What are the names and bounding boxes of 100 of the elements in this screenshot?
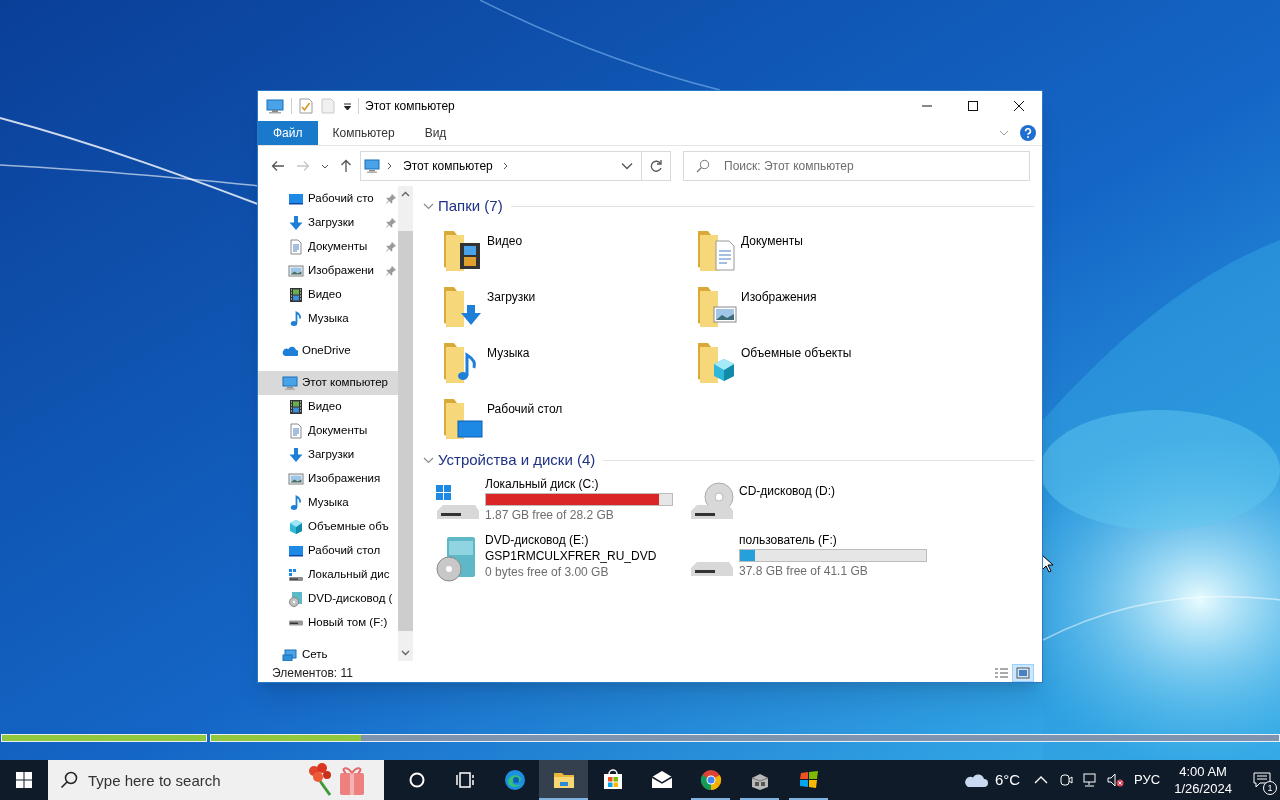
nav-pane-item[interactable]: Изображени bbox=[258, 259, 398, 283]
language-indicator[interactable]: РУС bbox=[1134, 770, 1161, 790]
help-icon[interactable] bbox=[1020, 125, 1036, 141]
nav-pane-label: Видео bbox=[308, 399, 342, 415]
folder-tile[interactable]: Документы bbox=[692, 223, 946, 279]
folder-tile[interactable]: Рабочий стол bbox=[438, 391, 692, 447]
close-icon bbox=[1014, 101, 1024, 111]
nav-pane-label: Документы bbox=[308, 423, 368, 439]
scrollbar[interactable] bbox=[398, 186, 413, 661]
notifications-button[interactable]: 1 bbox=[1244, 760, 1280, 800]
breadcrumb[interactable]: Этот компьютер bbox=[400, 157, 496, 175]
chevron-down-icon bbox=[999, 130, 1009, 136]
drive-label: пользователь (F:) bbox=[739, 532, 838, 548]
large-icons-view-icon bbox=[1015, 666, 1031, 679]
nav-pane-item[interactable]: Загрузки bbox=[258, 211, 398, 235]
notification-count: 1 bbox=[1263, 781, 1277, 795]
nav-pane-item[interactable]: Сеть bbox=[258, 643, 398, 661]
caret-icon bbox=[321, 163, 329, 169]
clock-date[interactable]: 1/26/2024 bbox=[1174, 780, 1232, 797]
nav-pane-item[interactable]: Музыка bbox=[258, 491, 398, 515]
taskbar-search-field[interactable]: Type here to search bbox=[48, 760, 384, 800]
folder-tile[interactable]: Видео bbox=[438, 223, 692, 279]
folder-label: Объемные объекты bbox=[741, 345, 852, 362]
address-bar[interactable]: Этот компьютер bbox=[360, 151, 671, 181]
nav-pane-item[interactable]: DVD-дисковод ( bbox=[258, 587, 398, 611]
edge-icon bbox=[502, 768, 527, 792]
nav-pane-label: Рабочий сто bbox=[308, 191, 374, 207]
nav-pane-item[interactable]: OneDrive bbox=[258, 339, 398, 363]
file-tab[interactable]: Файл bbox=[258, 121, 318, 145]
taskbar-app-button[interactable] bbox=[539, 760, 588, 800]
group-header: Устройства и диски (4) bbox=[438, 449, 596, 470]
nav-pane-item[interactable]: Этот компьютер bbox=[258, 371, 398, 395]
search-field[interactable]: Поиск: Этот компьютер bbox=[683, 151, 1030, 181]
folder-tile[interactable]: Изображения bbox=[692, 279, 946, 335]
folder-tile[interactable]: Объемные объекты bbox=[692, 335, 946, 391]
item-count: Элементов: 11 bbox=[272, 664, 353, 682]
drive-tile[interactable]: Локальный диск (C:) 1.87 GB free of 28.2 GB bbox=[433, 475, 687, 531]
folder-label: Рабочий стол bbox=[487, 401, 563, 418]
drive-tile[interactable]: CD-дисковод (D:) bbox=[687, 475, 941, 531]
nav-pane-label: Рабочий стол bbox=[308, 543, 381, 559]
music-note-icon bbox=[288, 311, 304, 327]
music-note-icon bbox=[288, 495, 304, 511]
nav-pane-item[interactable]: Локальный дис bbox=[258, 563, 398, 587]
nav-pane-label: Этот компьютер bbox=[302, 375, 388, 391]
image-icon bbox=[288, 471, 304, 487]
drive-label: Локальный диск (C:) bbox=[485, 476, 600, 492]
nav-pane-label: Загрузки bbox=[308, 447, 355, 463]
down-arrow-icon bbox=[288, 215, 304, 231]
maximize-icon bbox=[968, 101, 978, 111]
forward-arrow-icon bbox=[296, 160, 310, 172]
nav-pane-item[interactable]: Объемные объ bbox=[258, 515, 398, 539]
nav-pane-label: Документы bbox=[308, 239, 368, 255]
down-arrow-icon bbox=[288, 447, 304, 463]
chevron-up-icon[interactable] bbox=[1034, 775, 1049, 785]
nav-pane-item[interactable]: Видео bbox=[258, 283, 398, 307]
free-space-text: 1.87 GB free of 28.2 GB bbox=[485, 507, 615, 523]
cube-icon bbox=[288, 519, 304, 535]
refresh-icon[interactable] bbox=[649, 159, 663, 173]
nav-pane-item[interactable]: Документы bbox=[258, 235, 398, 259]
nav-pane-item[interactable]: Музыка bbox=[258, 307, 398, 331]
large-icons-view-button[interactable] bbox=[1012, 663, 1034, 682]
disc-drive-icon bbox=[288, 591, 304, 607]
drive-label: DVD-дисковод (E:) bbox=[485, 532, 590, 548]
nav-pane-label: DVD-дисковод ( bbox=[308, 591, 393, 607]
clock-time[interactable]: 4:00 AM bbox=[1179, 763, 1227, 780]
camera-icon[interactable] bbox=[1058, 772, 1075, 788]
film-icon bbox=[288, 287, 304, 303]
drive-tile[interactable]: пользователь (F:) 37.8 GB free of 41.1 GB bbox=[687, 531, 941, 587]
free-space-text: 0 bytes free of 3.00 GB bbox=[485, 564, 610, 580]
windows-logo-icon bbox=[16, 772, 32, 788]
free-space-text: 37.8 GB free of 41.1 GB bbox=[739, 563, 869, 579]
nav-pane-item[interactable]: Загрузки bbox=[258, 443, 398, 467]
nav-pane-item[interactable]: Рабочий стол bbox=[258, 539, 398, 563]
nav-pane-item[interactable]: Документы bbox=[258, 419, 398, 443]
folder-tile[interactable]: Загрузки bbox=[438, 279, 692, 335]
drive-tile[interactable]: DVD-дисковод (E:) GSP1RMCULXFRER_RU_DVD 0 bytes free of 3.00 GB bbox=[433, 531, 687, 587]
cloud-icon[interactable] bbox=[962, 772, 989, 788]
nav-pane-item[interactable]: Рабочий сто bbox=[258, 187, 398, 211]
nav-pane-item[interactable]: Изображения bbox=[258, 467, 398, 491]
volume-label: GSP1RMCULXFRER_RU_DVD bbox=[485, 548, 657, 564]
nav-pane-item[interactable]: Новый том (F:) bbox=[258, 611, 398, 635]
folder-label: Видео bbox=[487, 233, 523, 250]
dropdown-icon[interactable] bbox=[621, 162, 633, 170]
computer-icon bbox=[266, 98, 284, 114]
caret-icon[interactable] bbox=[343, 101, 352, 111]
film-icon bbox=[288, 399, 304, 415]
desktop-icon bbox=[288, 543, 304, 559]
nav-pane-item[interactable]: Видео bbox=[258, 395, 398, 419]
scroll-thumb[interactable] bbox=[398, 231, 413, 631]
ribbon-tab[interactable]: Вид bbox=[409, 121, 462, 145]
network-icon[interactable] bbox=[1082, 772, 1099, 788]
back-arrow-icon bbox=[271, 160, 285, 172]
temperature: 6°C bbox=[994, 769, 1021, 790]
nav-pane-label: Изображения bbox=[308, 471, 381, 487]
group-header: Папки (7) bbox=[438, 195, 503, 216]
document-icon bbox=[288, 423, 304, 439]
volume-muted-icon[interactable] bbox=[1106, 772, 1125, 788]
nav-pane-label: Видео bbox=[308, 287, 342, 303]
folder-tile[interactable]: Музыка bbox=[438, 335, 692, 391]
ribbon-tab[interactable]: Компьютер bbox=[317, 121, 410, 145]
